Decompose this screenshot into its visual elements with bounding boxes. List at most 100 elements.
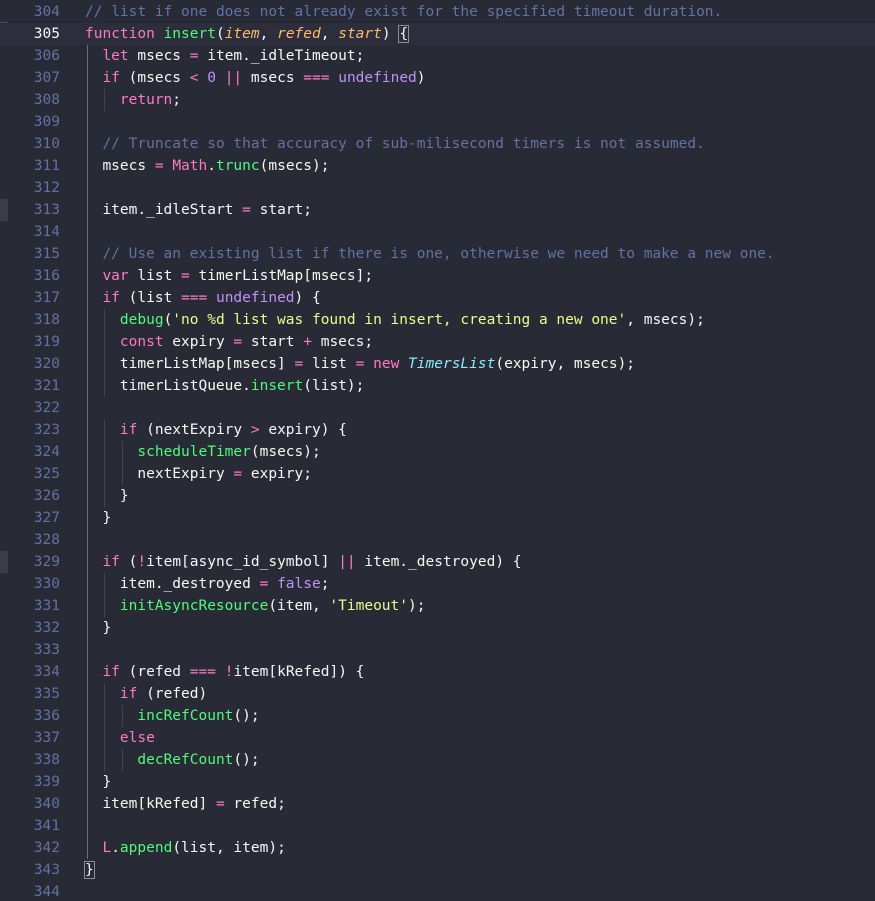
code-line[interactable]: 312 [0,177,875,199]
code-line[interactable]: 337 else [0,727,875,749]
indent-guide [87,683,88,705]
line-number: 344 [33,884,60,900]
code-text: // Use an existing list if there is one,… [102,243,774,265]
code-line[interactable]: 335 if (refed) [0,683,875,705]
indent-guide [121,441,123,463]
code-line[interactable]: 331 initAsyncResource(item, 'Timeout'); [0,595,875,617]
code-text: nextExpiry = expiry; [137,463,312,485]
code-line[interactable]: 313 item._idleStart = start; [0,199,875,221]
code-line[interactable]: 342 L.append(list, item); [0,837,875,859]
code-line[interactable]: 341 [0,815,875,837]
indent-guide [87,595,88,617]
code-text: timerListQueue.insert(list); [120,375,364,397]
indent-guide [87,419,88,441]
line-number: 316 [33,268,60,284]
code-line[interactable]: 319 const expiry = start + msecs; [0,331,875,353]
code-token-text: ; [320,576,330,592]
code-line[interactable]: 308 return; [0,89,875,111]
code-token-text: , [259,26,278,42]
code-line[interactable]: 343} [0,859,875,881]
code-token-keyword: = [181,268,190,284]
code-line[interactable]: 318 debug('no %d list was found in insert… [0,309,875,331]
code-token-keyword: if [119,686,138,702]
code-editor[interactable]: 304 // list if one does not already exist… [0,0,875,901]
code-line[interactable]: 344 [0,881,875,901]
indent-guide [104,89,106,111]
line-number: 306 [33,48,60,64]
line-number: 343 [33,862,60,878]
line-number: 313 [33,202,60,218]
line-number: 312 [33,180,60,196]
line-number: 305 [33,26,60,42]
gutter-marker [0,551,8,573]
code-line[interactable]: 327} [0,507,875,529]
code-line[interactable]: 317 if (list === undefined) { [0,287,875,309]
code-token-keyword: else [119,730,155,746]
code-line[interactable]: 315 // Use an existing list if there is o… [0,243,875,265]
line-number: 310 [33,136,60,152]
code-token-text: refed; [224,796,286,812]
code-token-text: msecs; [311,334,374,350]
indent-guide [87,287,88,309]
indent-guide [121,749,123,771]
code-text: // list if one does not already exist fo… [85,1,722,23]
indent-guide [87,397,88,419]
code-line[interactable]: 340 item[kRefed] = refed; [0,793,875,815]
code-line[interactable]: 321 timerListQueue.insert(list); [0,375,875,397]
code-text: let msecs = item._idleTimeout; [102,45,364,67]
code-token-text: expiry [163,334,234,350]
code-line[interactable]: 314 [0,221,875,243]
code-line[interactable]: 304 // list if one does not already exist… [0,1,875,23]
code-text: return; [120,89,181,111]
code-token-text: ) [416,70,426,86]
code-line[interactable]: 338 decRefCount(); [0,749,875,771]
code-line[interactable]: 324 scheduleTimer(msecs); [0,441,875,463]
indent-guide [104,353,106,375]
line-number: 336 [33,708,60,724]
code-line[interactable]: 326} [0,485,875,507]
code-token-number: undefined [215,290,295,306]
indent-guide [104,705,106,727]
code-line[interactable]: 309 [0,111,875,133]
code-line[interactable]: 333 [0,639,875,661]
code-line[interactable]: 332} [0,617,875,639]
code-line[interactable]: 306 let msecs = item._idleTimeout; [0,45,875,67]
code-token-text: expiry; [242,466,312,482]
line-number: 337 [33,730,60,746]
code-text: var list = timerListMap[msecs]; [102,265,373,287]
code-line[interactable]: 316 var list = timerListMap[msecs]; [0,265,875,287]
line-number: 335 [33,686,60,702]
indent-guide [87,111,88,133]
code-line[interactable]: 307 if (msecs < 0 || msecs === undefined) [0,67,875,89]
code-token-keyword: === [189,664,216,680]
code-text: const expiry = start + msecs; [120,331,373,353]
code-line[interactable]: 305 function insert(item, refed, start) { [0,23,875,45]
code-token-text: , [320,26,339,42]
code-line[interactable]: 334 if (refed === !item[kRefed]) { [0,661,875,683]
code-line[interactable]: 336 incRefCount(); [0,705,875,727]
code-line[interactable]: 310 // Truncate so that accuracy of sub-m… [0,133,875,155]
code-line[interactable]: 311 msecs = Math.trunc(msecs); [0,155,875,177]
code-line[interactable]: 323 if (nextExpiry > expiry) { [0,419,875,441]
code-token-function: decRefCount [137,752,234,768]
indent-guide [87,529,88,551]
code-token-function: initAsyncResource [119,598,269,614]
code-line[interactable]: 320 timerListMap[msecs] = list = new Time… [0,353,875,375]
code-line[interactable]: 322 [0,397,875,419]
code-line[interactable]: 329 if (!item[async_id_symbol] || item._d… [0,551,875,573]
code-token-text: item._destroyed [119,576,260,592]
code-token-function: trunc [215,158,260,174]
code-line[interactable]: 339} [0,771,875,793]
code-line[interactable]: 328 [0,529,875,551]
code-token-parameter: start [338,26,382,42]
code-token-keyword: + [303,334,312,350]
code-text: timerListMap[msecs] = list = new TimersL… [120,353,635,375]
code-token-text: , msecs); [626,312,705,328]
code-line[interactable]: 325 nextExpiry = expiry; [0,463,875,485]
indent-guide [87,727,88,749]
code-token-text: (msecs [119,70,190,86]
code-line[interactable]: 330 item._destroyed = false; [0,573,875,595]
code-token-text: msecs [128,48,190,64]
code-text: } [102,617,111,639]
code-token-keyword: if [102,664,120,680]
